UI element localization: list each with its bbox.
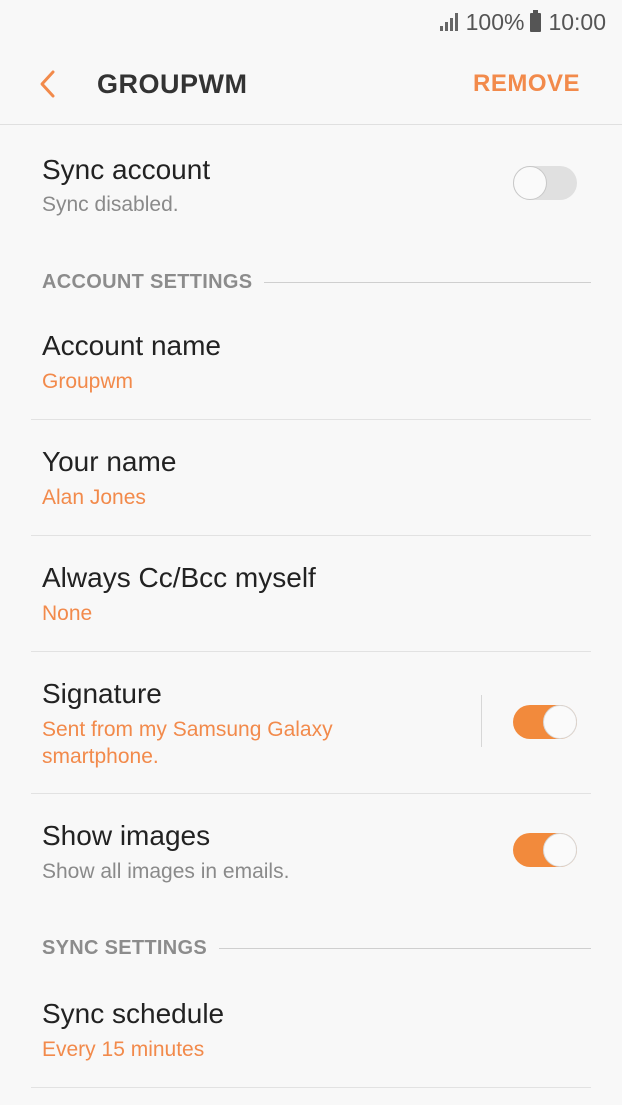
- sync-account-status: Sync disabled.: [42, 193, 179, 216]
- signature-value-line-2: smartphone.: [42, 745, 159, 768]
- section-divider: [264, 281, 591, 283]
- battery-percent: 100%: [465, 8, 525, 35]
- your-name-row[interactable]: Your name Alan Jones: [31, 420, 591, 536]
- always-cc-title: Always Cc/Bcc myself: [42, 562, 316, 593]
- chevron-left-icon: [40, 70, 55, 98]
- sync-schedule-title: Sync schedule: [42, 998, 225, 1029]
- account-name-title: Account name: [42, 330, 221, 361]
- section-label: SYNC SETTINGS: [42, 936, 208, 959]
- sync-settings-header: SYNC SETTINGS: [42, 933, 591, 963]
- status-bar: 100% 10:00: [0, 0, 622, 44]
- vertical-separator: [481, 695, 482, 747]
- sync-account-title: Sync account: [42, 154, 211, 185]
- page-title: GROUPWM: [97, 69, 248, 99]
- show-images-title: Show images: [42, 820, 211, 851]
- sync-account-toggle[interactable]: [513, 166, 577, 200]
- section-label: ACCOUNT SETTINGS: [42, 270, 253, 293]
- signature-value-line-1: Sent from my Samsung Galaxy: [42, 718, 333, 741]
- account-name-value: Groupwm: [42, 370, 134, 393]
- signature-row[interactable]: Signature Sent from my Samsung Galaxy sm…: [31, 652, 591, 794]
- your-name-title: Your name: [42, 446, 177, 477]
- clock: 10:00: [548, 8, 606, 35]
- app-bar: GROUPWM REMOVE: [0, 44, 622, 125]
- sync-schedule-row[interactable]: Sync schedule Every 15 minutes: [31, 972, 591, 1088]
- account-name-row[interactable]: Account name Groupwm: [31, 304, 591, 420]
- signal-icon: [439, 13, 458, 31]
- remove-button[interactable]: REMOVE: [473, 70, 580, 98]
- toggle-knob: [543, 705, 577, 739]
- sync-account-row[interactable]: Sync account Sync disabled.: [31, 124, 591, 234]
- show-images-row[interactable]: Show images Show all images in emails.: [31, 794, 591, 910]
- battery-icon: [530, 9, 542, 32]
- toggle-knob: [543, 833, 577, 867]
- show-images-subtitle: Show all images in emails.: [42, 860, 290, 883]
- signature-title: Signature: [42, 678, 162, 709]
- toggle-knob: [513, 166, 547, 200]
- back-button[interactable]: [34, 66, 64, 102]
- always-cc-row[interactable]: Always Cc/Bcc myself None: [31, 536, 591, 652]
- your-name-value: Alan Jones: [42, 486, 146, 509]
- row-divider: [31, 1087, 591, 1088]
- show-images-toggle[interactable]: [513, 833, 577, 867]
- section-divider: [219, 947, 591, 949]
- sync-schedule-value: Every 15 minutes: [42, 1038, 205, 1061]
- signature-toggle[interactable]: [513, 705, 577, 739]
- account-settings-header: ACCOUNT SETTINGS: [42, 267, 591, 297]
- always-cc-value: None: [42, 602, 93, 625]
